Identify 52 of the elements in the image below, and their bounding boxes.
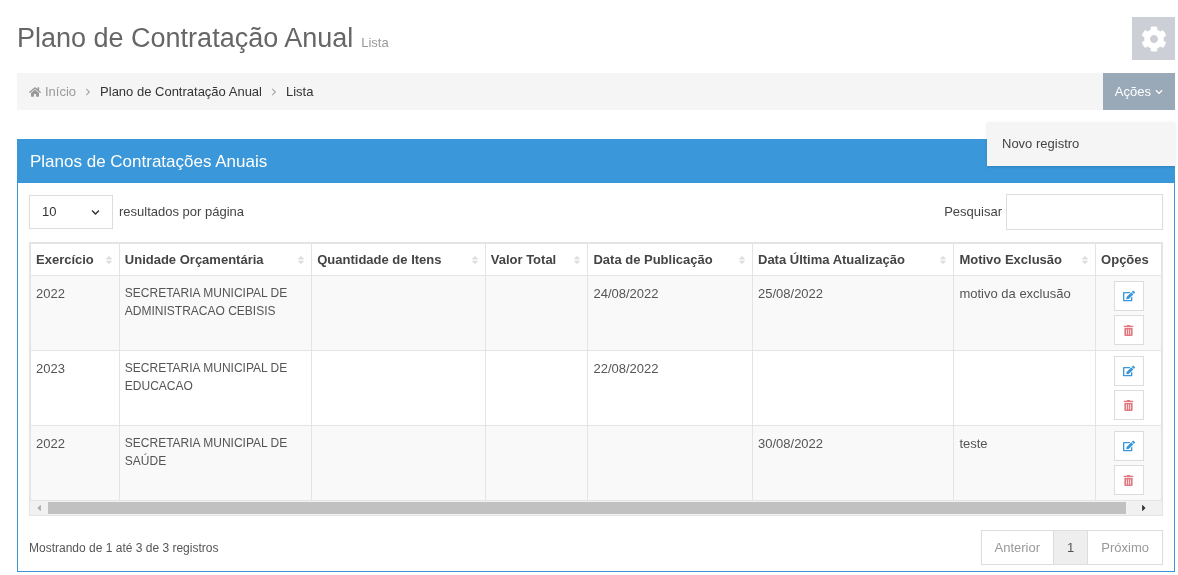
- chevron-icon: [270, 87, 278, 96]
- table-cell: teste: [953, 425, 1096, 501]
- menu-item[interactable]: Novo registro: [987, 124, 1175, 164]
- trash-icon: [1123, 324, 1135, 336]
- table-cell: 22/08/2022: [587, 350, 753, 426]
- caret-icon: [91, 207, 100, 217]
- table-cell: motivo da exclusão: [953, 275, 1096, 351]
- table-cell: SECRETARIA MUNICIPAL DE EDUCACAO: [119, 350, 312, 426]
- breadcrumb-current: Lista: [286, 82, 314, 101]
- trash-icon: [1123, 399, 1135, 411]
- settings-button[interactable]: [1132, 17, 1175, 60]
- table-cell: SECRETARIA MUNICIPAL DE ADMINISTRACAO CEBISIS: [119, 275, 312, 351]
- caret-icon: [1155, 87, 1163, 96]
- edit-button[interactable]: [1113, 356, 1144, 386]
- pagination-button[interactable]: 1: [1053, 531, 1088, 564]
- column-header[interactable]: Data de Publicação: [587, 243, 753, 276]
- trash-icon: [1123, 474, 1135, 486]
- column-header[interactable]: Unidade Orçamentária: [119, 243, 312, 276]
- page-subtitle: Lista: [361, 33, 389, 52]
- table-cell: 2022: [30, 275, 120, 351]
- chevron-icon: [84, 87, 93, 96]
- delete-button[interactable]: [1113, 390, 1144, 420]
- records-info: Mostrando de 1 até 3 de 3 registros: [29, 539, 219, 557]
- edit-icon: [1122, 365, 1135, 377]
- table-cell: 24/08/2022: [587, 275, 753, 351]
- table-cell: SECRETARIA MUNICIPAL DE SAÚDE: [119, 425, 312, 501]
- column-header[interactable]: Data Última Atualização: [752, 243, 954, 276]
- column-header[interactable]: Opções: [1095, 243, 1162, 276]
- delete-button[interactable]: [1113, 465, 1144, 495]
- table-cell: 25/08/2022: [752, 275, 954, 351]
- column-header[interactable]: Motivo Exclusão: [953, 243, 1096, 276]
- column-header[interactable]: Valor Total: [485, 243, 588, 276]
- table-cell: 2022: [30, 425, 120, 501]
- delete-button[interactable]: [1113, 315, 1144, 345]
- column-header[interactable]: Quantidade de Itens: [311, 243, 486, 276]
- edit-icon: [1122, 440, 1135, 452]
- edit-button[interactable]: [1113, 281, 1144, 311]
- page-size-select[interactable]: 10: [29, 195, 113, 229]
- settings-icon: [1140, 25, 1167, 52]
- home-icon: [29, 85, 41, 98]
- edit-button[interactable]: [1113, 431, 1144, 461]
- page-size-label: resultados por página: [119, 203, 245, 222]
- column-header[interactable]: Exercício: [30, 243, 120, 276]
- breadcrumb-link[interactable]: Plano de Contratação Anual: [100, 81, 262, 102]
- table-cell: 2023: [30, 350, 120, 426]
- search-field[interactable]: [1006, 194, 1163, 230]
- search-label: Pesquisar: [944, 203, 1002, 222]
- horizontal-scrollbar[interactable]: [30, 501, 1162, 515]
- page-title: Plano de Contratação Anual: [17, 21, 354, 55]
- table-cell: 30/08/2022: [752, 425, 954, 501]
- panel-title: Planos de Contratações Anuais: [30, 150, 268, 173]
- edit-icon: [1122, 290, 1135, 302]
